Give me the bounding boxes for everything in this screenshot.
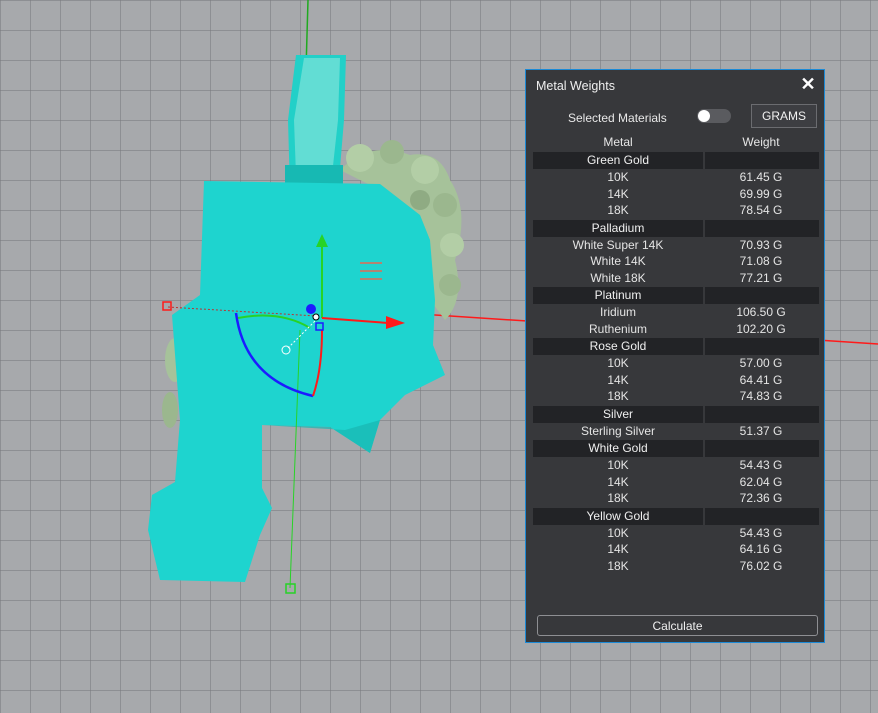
group-name: Yellow Gold (533, 507, 703, 525)
column-header-weight: Weight (742, 135, 780, 149)
metal-cell: 14K (607, 372, 629, 387)
group-header: Palladium (533, 219, 819, 237)
metal-cell: 18K (607, 203, 629, 217)
metal-cell: White Super 14K (572, 237, 664, 252)
selected-materials-label: Selected Materials (568, 111, 667, 125)
metal-cell: White 18K (590, 270, 646, 285)
gizmo-center-dot[interactable] (312, 313, 320, 321)
metal-cell: Ruthenium (588, 321, 648, 336)
weight-cell: 106.50 G (736, 305, 786, 319)
group-header: Rose Gold (533, 338, 819, 355)
close-icon[interactable]: ✕ (798, 74, 818, 94)
table-header: Metal Weight (533, 133, 819, 151)
table-row: 18K 78.54 G (533, 202, 819, 219)
weight-cell: 64.41 G (739, 372, 783, 387)
table-row: Iridium 106.50 G (533, 304, 819, 321)
table-row: Ruthenium 102.20 G (533, 321, 819, 338)
metal-cell: Sterling Silver (580, 423, 656, 438)
metal-cell: 10K (607, 170, 629, 184)
panel-title: Metal Weights (536, 79, 615, 93)
table-row: Sterling Silver 51.37 G (533, 423, 819, 440)
metal-cell: 10K (607, 356, 629, 370)
weight-cell: 64.16 G (739, 542, 783, 556)
calculate-button[interactable]: Calculate (537, 615, 818, 636)
table-row: White Super 14K 70.93 G (533, 237, 819, 254)
weight-cell: 69.99 G (739, 186, 783, 201)
metal-cell: 10K (607, 458, 629, 472)
weight-cell: 57.00 G (739, 356, 783, 370)
metal-cell: 14K (607, 542, 629, 556)
selected-materials-toggle[interactable] (697, 109, 731, 123)
weight-cell: 76.02 G (739, 558, 783, 573)
metal-cell: 10K (607, 525, 629, 540)
table-row: 14K 64.41 G (533, 372, 819, 389)
group-weight-cell (705, 152, 819, 169)
group-weight-cell (705, 219, 819, 237)
group-header: Yellow Gold (533, 507, 819, 525)
weight-cell: 61.45 G (739, 170, 783, 184)
group-header: Platinum (533, 287, 819, 304)
weight-cell: 72.36 G (739, 491, 783, 505)
group-header: Silver (533, 405, 819, 423)
metal-cell: 18K (607, 389, 629, 403)
group-weight-cell (705, 507, 819, 525)
weight-cell: 78.54 G (739, 203, 783, 217)
pendant-body[interactable] (148, 181, 445, 582)
group-weight-cell (705, 440, 819, 457)
column-header-metal: Metal (603, 135, 633, 149)
group-name: Rose Gold (533, 338, 703, 355)
metal-cell: 18K (607, 491, 629, 505)
weight-cell: 54.43 G (739, 525, 783, 540)
group-weight-cell (705, 287, 819, 304)
table-row: 14K 64.16 G (533, 541, 819, 558)
group-name: White Gold (533, 440, 703, 457)
weight-cell: 77.21 G (739, 270, 783, 285)
units-button[interactable]: GRAMS (751, 104, 817, 128)
weight-cell: 71.08 G (739, 254, 783, 268)
group-name: Platinum (533, 287, 703, 304)
metal-cell: 14K (607, 474, 629, 489)
gizmo-z-handle[interactable] (306, 304, 316, 314)
gizmo-x-handle[interactable] (162, 301, 172, 311)
table-row: 14K 69.99 G (533, 186, 819, 203)
group-name: Green Gold (533, 152, 703, 169)
table-row: White 14K 71.08 G (533, 253, 819, 270)
bail[interactable] (285, 55, 346, 193)
table-row: 10K 57.00 G (533, 355, 819, 372)
weight-cell: 62.04 G (739, 474, 783, 489)
toggle-knob (698, 110, 710, 122)
group-weight-cell (705, 338, 819, 355)
table-row: 10K 54.43 G (533, 457, 819, 474)
weight-cell: 54.43 G (739, 458, 783, 472)
metal-weights-panel: Metal Weights ✕ Selected Materials GRAMS… (525, 69, 825, 643)
weight-cell: 70.93 G (739, 237, 783, 252)
metal-weights-table: Metal Weight Green Gold 10K 61.45 G 14K 69.9… (533, 133, 819, 574)
table-body: Green Gold 10K 61.45 G 14K 69.99 G 18K 78.54 G… (533, 152, 819, 574)
table-row: 18K 72.36 G (533, 490, 819, 507)
table-row: White 18K 77.21 G (533, 270, 819, 287)
table-row: 18K 76.02 G (533, 558, 819, 575)
group-name: Silver (533, 405, 703, 423)
table-row: 18K 74.83 G (533, 388, 819, 405)
group-header: White Gold (533, 440, 819, 457)
table-row: 14K 62.04 G (533, 474, 819, 491)
weight-cell: 102.20 G (736, 321, 786, 336)
table-row: 10K 54.43 G (533, 525, 819, 542)
metal-cell: Iridium (599, 305, 636, 319)
group-name: Palladium (533, 219, 703, 237)
group-header: Green Gold (533, 152, 819, 169)
table-row: 10K 61.45 G (533, 169, 819, 186)
weight-cell: 51.37 G (739, 423, 783, 438)
group-weight-cell (705, 405, 819, 423)
metal-cell: 18K (607, 558, 629, 573)
weight-cell: 74.83 G (739, 389, 783, 403)
metal-cell: 14K (607, 186, 629, 201)
metal-cell: White 14K (590, 254, 646, 268)
